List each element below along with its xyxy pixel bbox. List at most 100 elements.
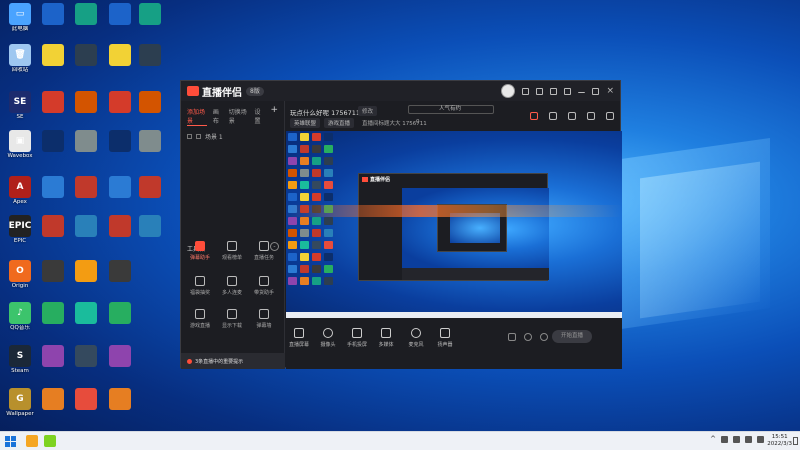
desktop-icon[interactable]: O Origin [2, 260, 38, 290]
windows-start-icon[interactable] [5, 436, 16, 447]
desktop-icon[interactable] [35, 176, 71, 198]
add-scene-button[interactable]: + [270, 106, 278, 126]
desktop-icon[interactable] [68, 215, 104, 237]
desktop-icon[interactable] [68, 302, 104, 324]
desktop-icon[interactable] [68, 388, 104, 410]
tool-item[interactable]: 直播任务 [251, 241, 277, 261]
desktop-icon[interactable] [68, 176, 104, 198]
nested-controls [402, 268, 549, 280]
ime-icon[interactable] [757, 436, 764, 443]
gift-icon[interactable] [536, 87, 544, 95]
announcement-input[interactable]: 人气有约 [408, 105, 494, 114]
settings-icon[interactable] [550, 87, 558, 95]
tool-item[interactable]: 观看榜单 [219, 241, 245, 261]
lock-icon[interactable] [196, 134, 201, 139]
control-button[interactable]: 摄像头 [313, 328, 343, 348]
control-button[interactable]: 扬声器 [430, 328, 460, 348]
control-button[interactable]: 多媒体 [371, 328, 401, 348]
gift-icon[interactable] [530, 112, 538, 120]
desktop-icon[interactable] [132, 130, 168, 152]
tool-item[interactable]: 福袋抽奖 [187, 276, 213, 296]
desktop-icon[interactable] [132, 176, 168, 198]
live-preview[interactable]: 直播伴侣 [286, 131, 622, 318]
desktop-icon[interactable] [102, 302, 138, 324]
desktop-icon[interactable] [132, 44, 168, 66]
audio-icon[interactable] [524, 333, 532, 341]
scene-item[interactable]: 场景 1 [181, 128, 284, 145]
pin-icon[interactable] [587, 112, 595, 120]
desktop-icon[interactable] [102, 388, 138, 410]
desktop-icon[interactable] [132, 91, 168, 113]
message-icon[interactable] [522, 87, 530, 95]
tool-item[interactable]: 弹幕墙 [251, 309, 277, 329]
desktop-icon[interactable] [68, 3, 104, 25]
version-badge[interactable]: 8版 [246, 86, 264, 96]
eye-icon[interactable] [187, 134, 192, 139]
desktop-icon[interactable] [68, 260, 104, 282]
desktop-icon[interactable] [68, 44, 104, 66]
tool-item[interactable]: 带货助手 [251, 276, 277, 296]
app-taskbar-icon[interactable] [26, 435, 38, 447]
desktop-icon[interactable] [102, 260, 138, 282]
chevron-up-icon[interactable]: ^ [710, 436, 716, 443]
category-tag[interactable]: 英雄联盟 [290, 118, 321, 128]
tool-item[interactable]: 游戏直播 [187, 309, 213, 329]
camera-settings-icon[interactable] [508, 333, 516, 341]
store-icon[interactable] [549, 112, 557, 120]
clock[interactable]: 15:51 2022/3/3 [767, 434, 792, 448]
desktop-icon[interactable] [35, 130, 71, 152]
shield-icon[interactable] [568, 112, 576, 120]
mic-icon[interactable] [721, 436, 728, 443]
desktop-icon[interactable]: EPIC EPIC [2, 215, 38, 245]
tab-settings[interactable]: 设置 [255, 107, 265, 126]
close-button[interactable]: × [606, 86, 614, 95]
share-icon[interactable] [606, 112, 614, 120]
desktop-icon[interactable]: ▣ Wavebox [2, 130, 38, 160]
maximize-button[interactable] [592, 87, 600, 95]
tab-canvas[interactable]: 画布 [213, 107, 223, 126]
preview-icon [288, 229, 297, 237]
avatar[interactable] [501, 84, 516, 98]
tool-item[interactable]: 多人连麦 [219, 276, 245, 296]
desktop-icon[interactable] [35, 302, 71, 324]
control-button[interactable]: 直播屏幕 [284, 328, 314, 348]
desktop-icon[interactable] [102, 345, 138, 367]
desktop-icon[interactable]: G Wallpaper [2, 388, 38, 418]
app-taskbar-icon[interactable] [44, 435, 56, 447]
preview-icon [288, 277, 297, 285]
volume-icon[interactable] [745, 436, 752, 443]
menu-icon[interactable] [564, 87, 572, 95]
desktop-icon[interactable] [35, 44, 71, 66]
minimize-button[interactable] [578, 89, 586, 93]
network-icon[interactable] [733, 436, 740, 443]
tab-add-scene[interactable]: 添加场景 [187, 107, 207, 126]
desktop-icon[interactable] [68, 345, 104, 367]
desktop-icon[interactable]: 🗑 回收站 [2, 44, 38, 74]
desktop-icon[interactable] [35, 260, 71, 282]
desktop-icon[interactable] [68, 130, 104, 152]
desktop-icon[interactable] [68, 91, 104, 113]
gear-icon[interactable] [540, 333, 548, 341]
category-tag[interactable]: 游戏直播 [324, 118, 355, 128]
notification-icon[interactable] [793, 437, 798, 445]
desktop-icon[interactable] [35, 215, 71, 237]
desktop-icon[interactable]: ♪ QQ音乐 [2, 302, 38, 332]
control-button[interactable]: 麦克风 [401, 328, 431, 348]
desktop-icon[interactable]: ▭ 此电脑 [2, 3, 38, 33]
tool-item[interactable]: 显示下载 [219, 309, 245, 329]
desktop-icon[interactable] [35, 345, 71, 367]
notice-banner[interactable]: 3条直播中的重要提示 [181, 353, 285, 369]
control-button[interactable]: 手机投屏 [342, 328, 372, 348]
desktop-icon[interactable]: A Apex [2, 176, 38, 206]
desktop-icon[interactable] [132, 215, 168, 237]
desktop-icon[interactable]: S Steam [2, 345, 38, 375]
start-live-button[interactable]: 开始直播 [552, 330, 592, 343]
desktop-icon[interactable] [35, 91, 71, 113]
edit-title-button[interactable]: 修改 [358, 106, 378, 116]
desktop-icon[interactable] [35, 3, 71, 25]
tool-item[interactable]: 弹幕助手 [187, 241, 213, 261]
desktop-icon[interactable]: SE SE [2, 91, 38, 121]
tab-switch-scene[interactable]: 切换场景 [229, 107, 249, 126]
desktop-icon[interactable] [35, 388, 71, 410]
desktop-icon[interactable] [132, 3, 168, 25]
